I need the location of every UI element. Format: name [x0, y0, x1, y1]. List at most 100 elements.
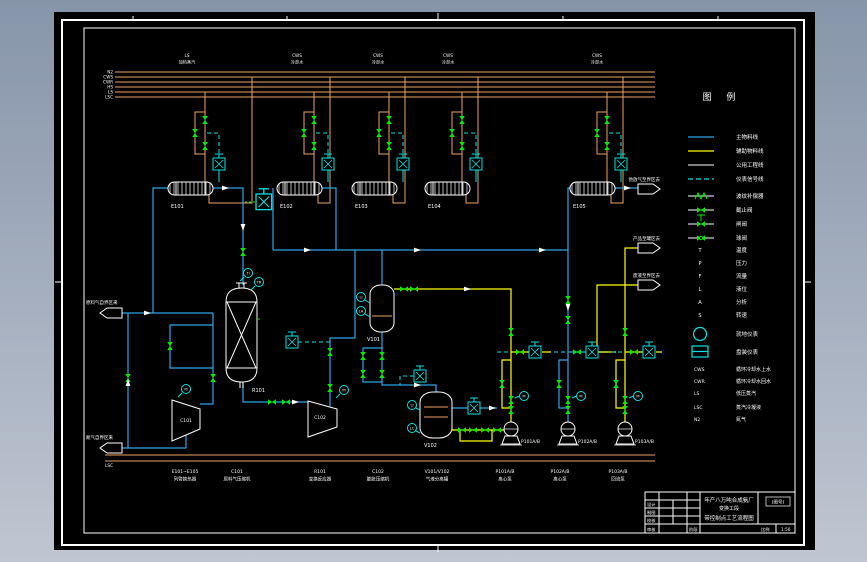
- svg-text:仪表信号线: 仪表信号线: [736, 175, 764, 183]
- svg-text:阶段: 阶段: [689, 526, 698, 533]
- svg-text:闸阀: 闸阀: [736, 220, 747, 228]
- svg-text:PI: PI: [579, 395, 582, 399]
- svg-text:离心泵: 离心泵: [553, 476, 567, 483]
- svg-text:低压蒸汽: 低压蒸汽: [736, 390, 756, 397]
- svg-text:CWR: CWR: [694, 379, 705, 385]
- svg-text:PI: PI: [342, 389, 345, 393]
- svg-text:CWS: CWS: [443, 53, 453, 58]
- tag-p101: P101A/B: [521, 439, 540, 445]
- svg-text:温度: 温度: [736, 246, 748, 254]
- svg-text:P102A/B: P102A/B: [551, 469, 570, 475]
- flag-label: 氮气自界区来: [86, 434, 113, 441]
- svg-text:LI: LI: [359, 296, 362, 300]
- svg-text:分析: 分析: [736, 298, 748, 306]
- svg-text:氮气: 氮气: [736, 416, 746, 423]
- svg-text:1:50: 1:50: [781, 527, 791, 532]
- svg-text:R101: R101: [314, 469, 326, 475]
- svg-text:设计: 设计: [647, 501, 655, 508]
- svg-text:P103A/B: P103A/B: [609, 469, 628, 475]
- svg-text:冷却水: 冷却水: [591, 59, 604, 66]
- svg-text:主物料线: 主物料线: [736, 133, 759, 141]
- svg-text:球阀: 球阀: [736, 234, 747, 242]
- title-block: 设计 制图 校核 审核 阶段 年产八万吨合成氨厂 变换工段 带控制点工艺流程图 …: [644, 491, 796, 534]
- svg-text:冷却水: 冷却水: [372, 59, 385, 66]
- svg-text:F: F: [699, 274, 702, 280]
- svg-text:比例: 比例: [761, 526, 769, 533]
- svg-text:LC: LC: [410, 427, 415, 431]
- tag-e103: E103: [355, 204, 368, 210]
- svg-text:E101~E105: E101~E105: [172, 469, 199, 475]
- svg-text:盘装仪表: 盘装仪表: [736, 348, 759, 356]
- svg-text:压力: 压力: [736, 259, 747, 267]
- legend-title: 图 例: [703, 91, 742, 103]
- heat-exchanger-e105: [569, 181, 616, 196]
- tag-p103: P103A/B: [635, 439, 654, 445]
- bottom-code: LSC: [105, 463, 113, 468]
- heat-exchanger-e101: [167, 181, 214, 196]
- svg-text:液位: 液位: [736, 285, 748, 293]
- heat-exchanger-e104: [424, 181, 471, 196]
- svg-text:CWS: CWS: [373, 53, 383, 58]
- heat-exchanger-e103: [351, 181, 398, 196]
- svg-text:冷却水: 冷却水: [291, 59, 304, 66]
- svg-text:LI: LI: [410, 404, 413, 408]
- svg-text:波纹补偿器: 波纹补偿器: [736, 192, 764, 200]
- svg-text:P: P: [698, 261, 701, 267]
- flag-label: 原料气自界区来: [86, 299, 118, 306]
- svg-text:循环冷却水回水: 循环冷却水回水: [736, 378, 771, 385]
- tag-e102: E102: [280, 204, 293, 210]
- svg-text:L: L: [699, 287, 702, 293]
- svg-text:审核: 审核: [647, 526, 656, 533]
- tag-p102: P102A/B: [578, 439, 597, 445]
- svg-text:气液分离罐: 气液分离罐: [426, 476, 449, 483]
- rack-code: LSC: [105, 95, 113, 100]
- separator-v102: [419, 391, 453, 439]
- tag-e101: E101: [171, 204, 184, 210]
- svg-text:回流泵: 回流泵: [611, 476, 625, 483]
- pfd-drawing: N2 CWS CWR HS LS LSC LS LSC: [0, 0, 867, 562]
- reactor-r101: [225, 282, 258, 388]
- svg-text:PI: PI: [522, 395, 525, 399]
- svg-text:PI: PI: [184, 388, 187, 392]
- svg-text:截止阀: 截止阀: [736, 206, 753, 214]
- svg-text:变换反应器: 变换反应器: [309, 476, 332, 483]
- svg-text:P101A/B: P101A/B: [496, 469, 515, 475]
- tag-e104: E104: [428, 204, 441, 210]
- drawing-title-line2: 变换工段: [719, 505, 739, 512]
- tag-v101: V101: [367, 337, 380, 343]
- svg-text:公用工程线: 公用工程线: [736, 161, 764, 169]
- svg-text:CWS: CWS: [694, 367, 705, 373]
- svg-text:S: S: [698, 313, 701, 319]
- svg-text:V101/V102: V101/V102: [425, 469, 450, 475]
- tag-v102: V102: [424, 443, 437, 449]
- svg-text:就地仪表: 就地仪表: [736, 330, 759, 338]
- separator-v101: [369, 284, 395, 333]
- svg-text:LS: LS: [694, 391, 700, 397]
- svg-text:PI: PI: [636, 395, 639, 399]
- svg-text:LSC: LSC: [694, 405, 703, 411]
- drawing-title-line3: 带控制点工艺流程图: [704, 514, 754, 522]
- tag-e105: E105: [573, 204, 586, 210]
- svg-text:C101: C101: [231, 469, 243, 475]
- cad-viewer-window: N2 CWS CWR HS LS LSC LS LSC: [0, 0, 867, 562]
- svg-text:冷却水: 冷却水: [442, 59, 455, 66]
- svg-text:转速: 转速: [736, 311, 748, 319]
- svg-text:膨胀压缩机: 膨胀压缩机: [367, 476, 390, 483]
- svg-text:A: A: [698, 300, 702, 306]
- svg-text:N2: N2: [694, 417, 700, 423]
- svg-text:CWS: CWS: [292, 53, 302, 58]
- drawing-title-line1: 年产八万吨合成氨厂: [704, 496, 754, 504]
- tag-c101: C101: [180, 418, 192, 424]
- flag-label: 废液至界区去: [633, 272, 660, 279]
- heat-exchanger-e102: [276, 181, 323, 196]
- flag-label: 弛放气至界区去: [629, 176, 661, 183]
- svg-text:LS: LS: [185, 53, 190, 58]
- drawing-number: (图号): [772, 500, 785, 506]
- svg-text:C102: C102: [372, 469, 384, 475]
- svg-text:列管换热器: 列管换热器: [174, 476, 197, 483]
- svg-text:原料气压缩机: 原料气压缩机: [224, 476, 251, 483]
- svg-text:制图: 制图: [647, 509, 655, 516]
- svg-text:流量: 流量: [736, 272, 748, 280]
- tag-c102: C102: [314, 415, 326, 421]
- svg-text:蒸汽冷凝液: 蒸汽冷凝液: [736, 404, 761, 411]
